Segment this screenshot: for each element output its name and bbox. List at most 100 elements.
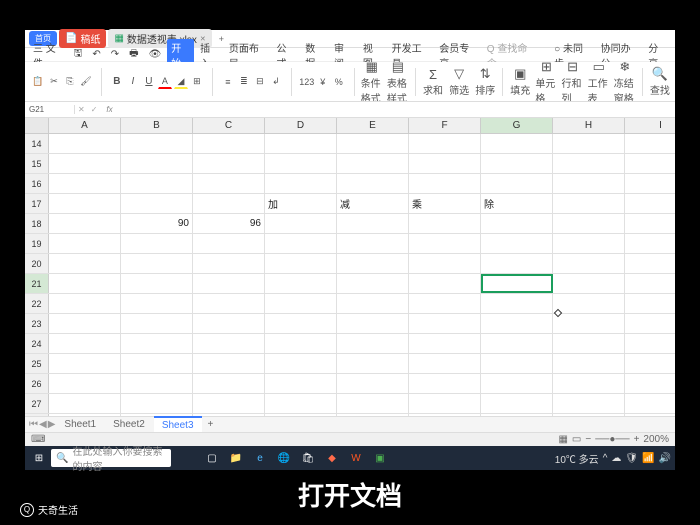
tray-wifi-icon[interactable]: 📶 <box>642 453 654 464</box>
explorer-icon[interactable]: 📁 <box>227 449 245 467</box>
cell-G19[interactable] <box>481 234 553 253</box>
col-header-I[interactable]: I <box>625 118 675 133</box>
freeze-button[interactable]: ❄冻结窗格 <box>614 66 636 98</box>
cell-D21[interactable] <box>265 274 337 293</box>
zoom-in-icon[interactable]: + <box>634 434 640 445</box>
zoom-slider[interactable]: ──●── <box>595 434 629 445</box>
cell-B14[interactable] <box>121 134 193 153</box>
row-header-21[interactable]: 21 <box>25 274 49 293</box>
taskbar-search[interactable]: 🔍在此处输入你要搜索的内容 <box>51 449 171 467</box>
tray-up-icon[interactable]: ^ <box>603 453 608 464</box>
cell-F23[interactable] <box>409 314 481 333</box>
cell-C27[interactable] <box>193 394 265 413</box>
sort-button[interactable]: ⇅排序 <box>474 66 496 98</box>
cell-G20[interactable] <box>481 254 553 273</box>
cell-G17[interactable]: 除 <box>481 194 553 213</box>
qat-preview-icon[interactable]: 👁 <box>145 48 166 61</box>
cell-F16[interactable] <box>409 174 481 193</box>
col-header-D[interactable]: D <box>265 118 337 133</box>
cell-H23[interactable] <box>553 314 625 333</box>
cell-A15[interactable] <box>49 154 121 173</box>
cell-A25[interactable] <box>49 354 121 373</box>
cell-A18[interactable] <box>49 214 121 233</box>
cell-C25[interactable] <box>193 354 265 373</box>
cell-D15[interactable] <box>265 154 337 173</box>
underline-icon[interactable]: U <box>142 75 156 89</box>
cell-I22[interactable] <box>625 294 675 313</box>
filter-button[interactable]: ▽筛选 <box>448 66 470 98</box>
cell-F17[interactable]: 乘 <box>409 194 481 213</box>
cell-D17[interactable]: 加 <box>265 194 337 213</box>
col-header-G[interactable]: G <box>481 118 553 133</box>
row-header-26[interactable]: 26 <box>25 374 49 393</box>
cell-G25[interactable] <box>481 354 553 373</box>
cell-F14[interactable] <box>409 134 481 153</box>
row-header-17[interactable]: 17 <box>25 194 49 213</box>
cell-B24[interactable] <box>121 334 193 353</box>
align-center-icon[interactable]: ≣ <box>237 75 251 89</box>
cell-D16[interactable] <box>265 174 337 193</box>
cell-B20[interactable] <box>121 254 193 273</box>
col-header-E[interactable]: E <box>337 118 409 133</box>
row-header-27[interactable]: 27 <box>25 394 49 413</box>
cell-F24[interactable] <box>409 334 481 353</box>
cell-A21[interactable] <box>49 274 121 293</box>
bold-icon[interactable]: B <box>110 75 124 89</box>
cell-F20[interactable] <box>409 254 481 273</box>
conditional-format-button[interactable]: ▦条件格式 <box>361 66 383 98</box>
cell-I17[interactable] <box>625 194 675 213</box>
cell-B27[interactable] <box>121 394 193 413</box>
cell-H18[interactable] <box>553 214 625 233</box>
cell-G22[interactable] <box>481 294 553 313</box>
align-left-icon[interactable]: ≡ <box>221 75 235 89</box>
tray-cloud-icon[interactable]: ☁ <box>611 453 621 464</box>
weather-widget[interactable]: 10℃ 多云 <box>555 451 599 466</box>
cell-F22[interactable] <box>409 294 481 313</box>
cell-D27[interactable] <box>265 394 337 413</box>
cell-A16[interactable] <box>49 174 121 193</box>
cell-F21[interactable] <box>409 274 481 293</box>
cell-B22[interactable] <box>121 294 193 313</box>
cell-F27[interactable] <box>409 394 481 413</box>
cell-A17[interactable] <box>49 194 121 213</box>
row-header-19[interactable]: 19 <box>25 234 49 253</box>
cell-B25[interactable] <box>121 354 193 373</box>
select-all-corner[interactable] <box>25 118 49 133</box>
cell-E18[interactable] <box>337 214 409 233</box>
cell-C16[interactable] <box>193 174 265 193</box>
cell-E14[interactable] <box>337 134 409 153</box>
cell-E20[interactable] <box>337 254 409 273</box>
task-view-icon[interactable]: ▢ <box>203 449 221 467</box>
font-color-icon[interactable]: A <box>158 75 172 89</box>
find-button[interactable]: 🔍查找 <box>649 66 671 98</box>
cell-D22[interactable] <box>265 294 337 313</box>
cell-I24[interactable] <box>625 334 675 353</box>
cell-E21[interactable] <box>337 274 409 293</box>
cell-G23[interactable] <box>481 314 553 333</box>
row-header-24[interactable]: 24 <box>25 334 49 353</box>
tray-shield-icon[interactable]: 🛡 <box>625 453 638 464</box>
cell-C14[interactable] <box>193 134 265 153</box>
wps-icon[interactable]: W <box>347 449 365 467</box>
cell-D24[interactable] <box>265 334 337 353</box>
cell-G18[interactable] <box>481 214 553 233</box>
cell-D19[interactable] <box>265 234 337 253</box>
cell-G27[interactable] <box>481 394 553 413</box>
cell-I21[interactable] <box>625 274 675 293</box>
cell-I27[interactable] <box>625 394 675 413</box>
cell-B18[interactable]: 90 <box>121 214 193 233</box>
cell-I25[interactable] <box>625 354 675 373</box>
cell-G21[interactable] <box>481 274 553 293</box>
cell-B21[interactable] <box>121 274 193 293</box>
edge-icon[interactable]: e <box>251 449 269 467</box>
cell-B16[interactable] <box>121 174 193 193</box>
sheet-tab-2[interactable]: Sheet2 <box>105 417 153 432</box>
cell-G26[interactable] <box>481 374 553 393</box>
cell-E17[interactable]: 减 <box>337 194 409 213</box>
table-style-button[interactable]: ▤表格样式 <box>387 66 409 98</box>
cell-E16[interactable] <box>337 174 409 193</box>
cell-I14[interactable] <box>625 134 675 153</box>
cell-A24[interactable] <box>49 334 121 353</box>
sheet-nav-first-icon[interactable]: ⏮ <box>29 419 38 430</box>
cell-D23[interactable] <box>265 314 337 333</box>
